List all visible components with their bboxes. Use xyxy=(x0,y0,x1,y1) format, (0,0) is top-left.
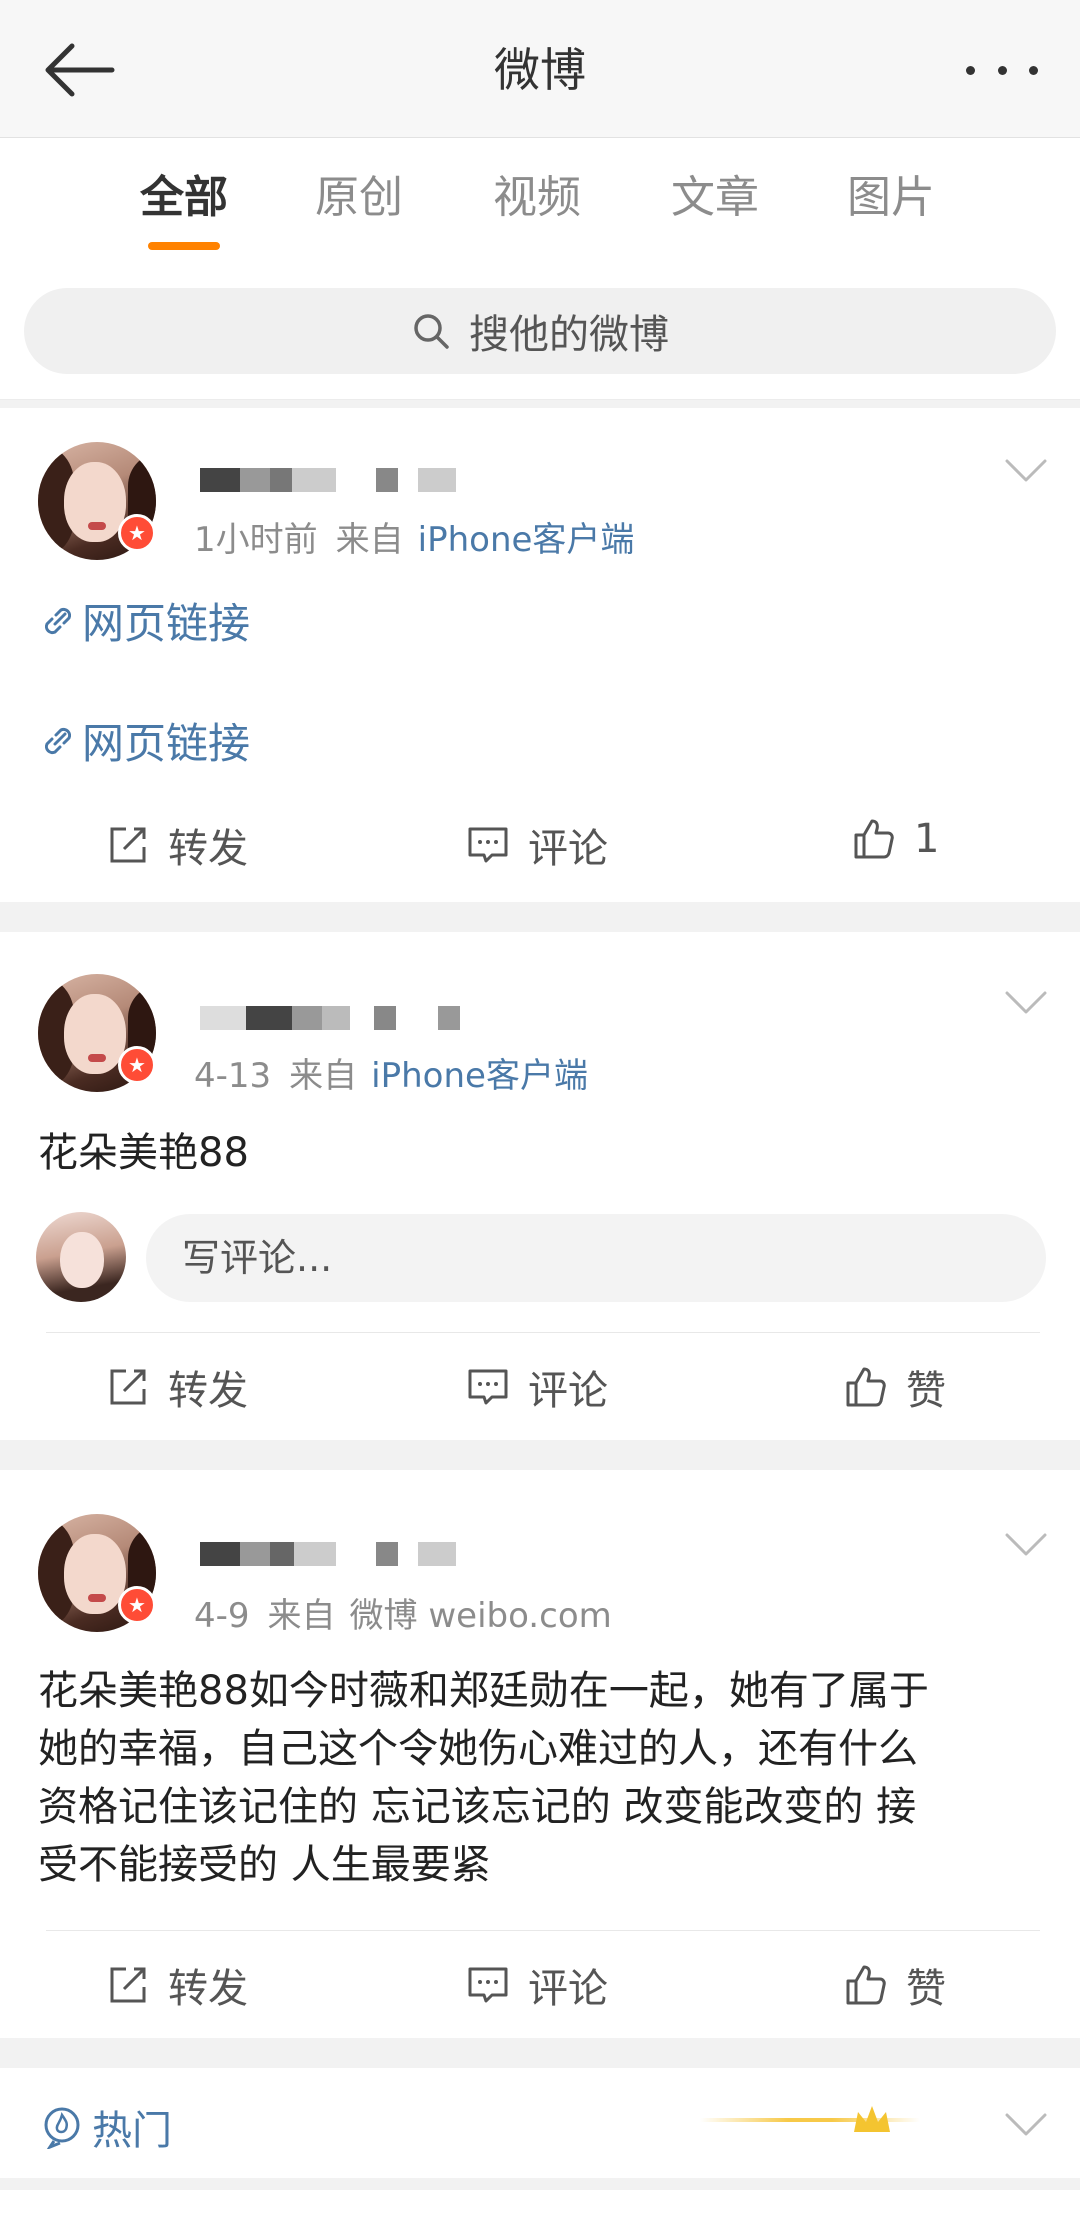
post-card: ★ 4-13 来自 iPhone客户端 花朵美艳88 写评论... 转发 评论 赞 xyxy=(0,932,1080,1440)
post-time: 4-9 xyxy=(194,1596,250,1636)
hot-section[interactable]: 热门 xyxy=(0,2068,1080,2178)
quick-comment: 写评论... xyxy=(0,1204,1080,1304)
search-section: 搜他的微博 xyxy=(0,268,1080,400)
post-from: 来自 xyxy=(289,1056,358,1096)
link-icon xyxy=(44,607,72,634)
post-text-line: 受不能接受的 人生最要紧 xyxy=(38,1842,491,1888)
hot-label-text: 热门 xyxy=(92,2108,172,2154)
post-source[interactable]: 微博 weibo.com xyxy=(350,1596,612,1636)
like-button[interactable]: 1 xyxy=(852,816,939,862)
thumbs-up-icon xyxy=(854,819,894,859)
post-text: 花朵美艳88 xyxy=(38,1130,249,1176)
hot-label[interactable]: 热门 xyxy=(40,2098,172,2156)
nav-bar: 微博 xyxy=(0,0,1080,138)
post-card: ★ 4-9 来自 微博 weibo.com 花朵美艳88如今时薇和郑廷勋在一起，她有… xyxy=(0,1470,1080,2038)
username-blurred[interactable] xyxy=(200,1542,456,1566)
post-from: 来自 xyxy=(335,520,404,560)
comment-input[interactable]: 写评论... xyxy=(146,1214,1046,1302)
repost-label: 转发 xyxy=(168,826,248,872)
username-blurred[interactable] xyxy=(200,1006,460,1030)
like-count: 1 xyxy=(914,816,940,862)
verified-badge-icon: ★ xyxy=(118,1046,156,1084)
post-text-line: 她的幸福，自己这个令她伤心难过的人，还有什么 xyxy=(38,1726,918,1772)
chevron-down-icon[interactable] xyxy=(1004,1532,1048,1558)
verified-badge-icon: ★ xyxy=(118,514,156,552)
next-card-peek xyxy=(0,2190,1080,2228)
web-link[interactable]: 网页链接 xyxy=(38,710,250,771)
page-title: 微博 xyxy=(494,43,586,97)
repost-label: 转发 xyxy=(168,1368,248,1414)
post-meta: 4-9 来自 微博 weibo.com xyxy=(194,1588,612,1637)
post-text: 花朵美艳88如今时薇和郑廷勋在一起，她有了属于 她的幸福，自己这个令她伤心难过的… xyxy=(38,1662,1048,1894)
post-meta: 4-13 来自 iPhone客户端 xyxy=(194,1048,588,1097)
repost-button[interactable]: 转发 xyxy=(106,1956,248,2014)
like-label: 赞 xyxy=(906,1368,946,1414)
post-source[interactable]: iPhone客户端 xyxy=(371,1056,588,1096)
my-avatar xyxy=(36,1212,126,1302)
repost-icon xyxy=(110,827,146,863)
chevron-down-icon[interactable] xyxy=(1004,458,1048,484)
post-time: 4-13 xyxy=(194,1056,272,1096)
search-icon xyxy=(414,314,449,349)
web-link-label: 网页链接 xyxy=(82,719,251,768)
link-icon xyxy=(44,727,72,754)
post-source[interactable]: iPhone客户端 xyxy=(418,520,635,560)
like-button[interactable]: 赞 xyxy=(844,1956,946,2014)
web-link[interactable]: 网页链接 xyxy=(38,590,250,651)
hot-location-icon xyxy=(44,2107,80,2149)
post-time: 1小时前 xyxy=(194,520,318,560)
thumbs-up-icon xyxy=(846,1367,886,1407)
post-card: ★ 1小时前 来自 iPhone客户端 网页链接 网页链接 转发 评论 1 xyxy=(0,408,1080,902)
tab-bar: 全部 原创 视频 文章 图片 xyxy=(0,138,1080,268)
comment-icon xyxy=(468,1967,508,2003)
search-placeholder: 搜他的微博 xyxy=(469,312,669,358)
crown-icon xyxy=(854,2106,890,2132)
divider xyxy=(46,1930,1040,1931)
comment-button[interactable]: 评论 xyxy=(466,1956,608,2014)
comment-icon xyxy=(468,827,508,863)
post-meta: 1小时前 来自 iPhone客户端 xyxy=(194,512,634,561)
comment-label: 评论 xyxy=(528,1368,608,1414)
comment-icon xyxy=(468,1369,508,1405)
action-bar: 转发 评论 赞 xyxy=(0,1934,1080,2034)
divider xyxy=(46,1332,1040,1333)
repost-label: 转发 xyxy=(168,1966,248,2012)
tab-video[interactable]: 视频 xyxy=(472,168,602,228)
post-text-line: 花朵美艳88如今时薇和郑廷勋在一起，她有了属于 xyxy=(38,1668,929,1714)
action-bar: 转发 评论 赞 xyxy=(0,1336,1080,1436)
tab-all[interactable]: 全部 xyxy=(119,168,249,228)
repost-icon xyxy=(110,1967,146,2003)
action-bar: 转发 评论 1 xyxy=(0,794,1080,894)
repost-button[interactable]: 转发 xyxy=(106,816,248,874)
post-from: 来自 xyxy=(267,1596,336,1636)
thumbs-up-icon xyxy=(846,1965,886,2005)
web-link-label: 网页链接 xyxy=(82,599,251,648)
post-text-line: 资格记住该记住的 忘记该忘记的 改变能改变的 接 xyxy=(38,1784,917,1830)
search-input[interactable]: 搜他的微博 xyxy=(24,288,1056,374)
tab-active-indicator xyxy=(148,242,220,250)
more-options-icon[interactable] xyxy=(966,56,1038,84)
comment-label: 评论 xyxy=(528,1966,608,2012)
like-button[interactable]: 赞 xyxy=(844,1358,946,1416)
comment-button[interactable]: 评论 xyxy=(466,1358,608,1416)
like-label: 赞 xyxy=(906,1966,946,2012)
comment-label: 评论 xyxy=(528,826,608,872)
verified-badge-icon: ★ xyxy=(118,1586,156,1624)
comment-button[interactable]: 评论 xyxy=(466,816,608,874)
repost-icon xyxy=(110,1369,146,1405)
chevron-down-icon[interactable] xyxy=(1004,990,1048,1016)
tab-article[interactable]: 文章 xyxy=(650,168,780,228)
tab-image[interactable]: 图片 xyxy=(826,168,956,228)
tab-original[interactable]: 原创 xyxy=(294,168,424,228)
repost-button[interactable]: 转发 xyxy=(106,1358,248,1416)
chevron-down-icon[interactable] xyxy=(1004,2112,1048,2138)
username-blurred[interactable] xyxy=(200,468,456,492)
